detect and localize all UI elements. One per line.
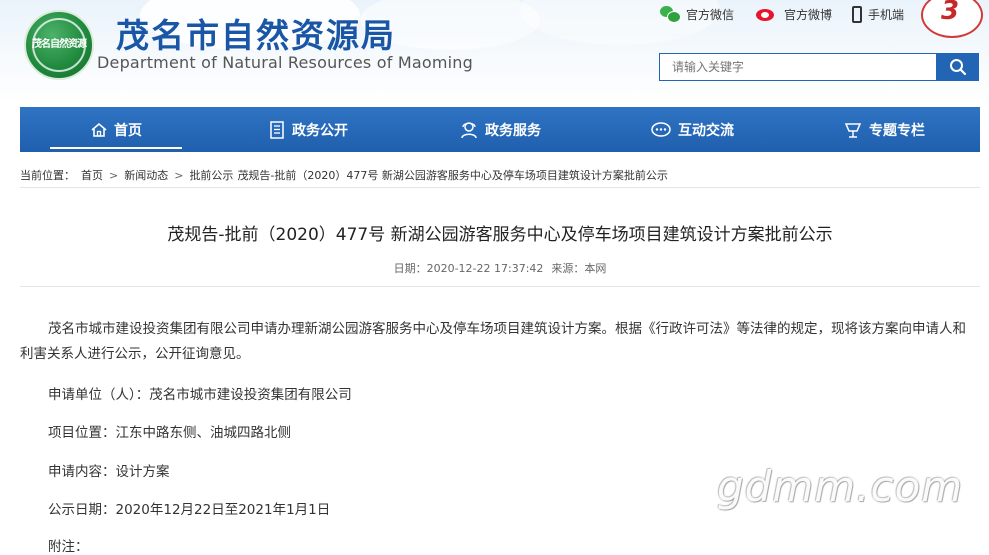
search-button[interactable]: [936, 53, 979, 81]
article-date: 日期：2020-12-22 17:37:42: [393, 262, 544, 275]
search-icon: [949, 59, 966, 76]
breadcrumb-prefix: 当前位置：: [20, 169, 75, 182]
chat-icon: [650, 121, 672, 139]
document-icon: [268, 120, 286, 140]
home-icon: [90, 121, 108, 139]
article-title: 茂规告-批前（2020）477号 新湖公园游客服务中心及停车场项目建筑设计方案批…: [167, 225, 833, 245]
site-subtitle: Department of Natural Resources of Maomi…: [97, 53, 473, 72]
nav-item-topics[interactable]: 专题专栏: [788, 107, 980, 152]
nav-item-gov-services[interactable]: 政务服务: [404, 107, 596, 152]
attachment-line: 附注：: [48, 539, 89, 555]
nav-label: 政务服务: [485, 122, 541, 139]
nav-item-interaction[interactable]: 互动交流: [596, 107, 788, 152]
service-icon: [459, 120, 479, 140]
nav-label: 政务公开: [292, 122, 348, 139]
breadcrumb: 当前位置： 首页 > 新闻动态 > 批前公示 茂规告-批前（2020）477号 …: [20, 167, 668, 183]
breadcrumb-home[interactable]: 首页: [81, 167, 103, 183]
logo-emblem[interactable]: 茂名自然资源: [24, 10, 94, 80]
article-source: 来源：本网: [551, 262, 607, 275]
logo-text: 茂名自然资源: [32, 39, 87, 50]
breadcrumb-news[interactable]: 新闻动态: [124, 167, 168, 183]
nav-label: 首页: [114, 122, 142, 139]
nav-label: 互动交流: [678, 122, 734, 139]
breadcrumb-notice[interactable]: 批前公示: [189, 167, 233, 183]
site-header: 茂名自然资源 茂名市自然资源局 Department of Natural Re…: [0, 0, 989, 104]
weibo-icon: [756, 6, 778, 22]
location-line: 项目位置：江东中路东侧、油城四路北侧: [48, 425, 291, 441]
nav-item-home[interactable]: 首页: [20, 107, 212, 152]
nav-item-gov-affairs[interactable]: 政务公开: [212, 107, 404, 152]
site-title[interactable]: 茂名市自然资源局: [116, 9, 396, 57]
period-line: 公示日期：2020年12月22日至2021年1月1日: [48, 502, 331, 518]
top-link-weibo[interactable]: 官方微博: [756, 4, 832, 24]
anniversary-badge-icon[interactable]: 3: [921, 0, 983, 38]
main-nav: 首页 政务公开 政务服务 互动交流 专题专栏: [20, 107, 980, 152]
top-link-label: 官方微博: [784, 7, 833, 22]
nav-label: 专题专栏: [869, 122, 925, 139]
content-line: 申请内容：设计方案: [48, 464, 170, 480]
breadcrumb-current: 茂规告-批前（2020）477号 新湖公园游客服务中心及停车场项目建筑设计方案批…: [237, 169, 668, 182]
divider: [20, 187, 980, 188]
top-link-label: 官方微信: [686, 7, 735, 22]
top-link-label: 手机端: [868, 7, 905, 22]
breadcrumb-separator: >: [174, 168, 184, 182]
article-paragraph: 茂名市城市建设投资集团有限公司申请办理新湖公园游客服务中心及停车场项目建筑设计方…: [20, 321, 966, 362]
applicant-line: 申请单位（人）：茂名市城市建设投资集团有限公司: [48, 387, 352, 403]
search-input[interactable]: [659, 53, 936, 81]
divider: [20, 286, 980, 287]
top-link-wechat[interactable]: 官方微信: [660, 4, 734, 24]
topic-icon: [843, 120, 863, 140]
wechat-icon: [660, 6, 681, 23]
mobile-icon: [852, 5, 862, 23]
badge-number: 3: [941, 0, 960, 26]
top-link-mobile[interactable]: 手机端: [852, 4, 904, 24]
watermark: gdmm.com: [717, 462, 964, 511]
article-meta: 日期：2020-12-22 17:37:42 来源：本网: [0, 260, 989, 276]
breadcrumb-separator: >: [109, 168, 119, 182]
